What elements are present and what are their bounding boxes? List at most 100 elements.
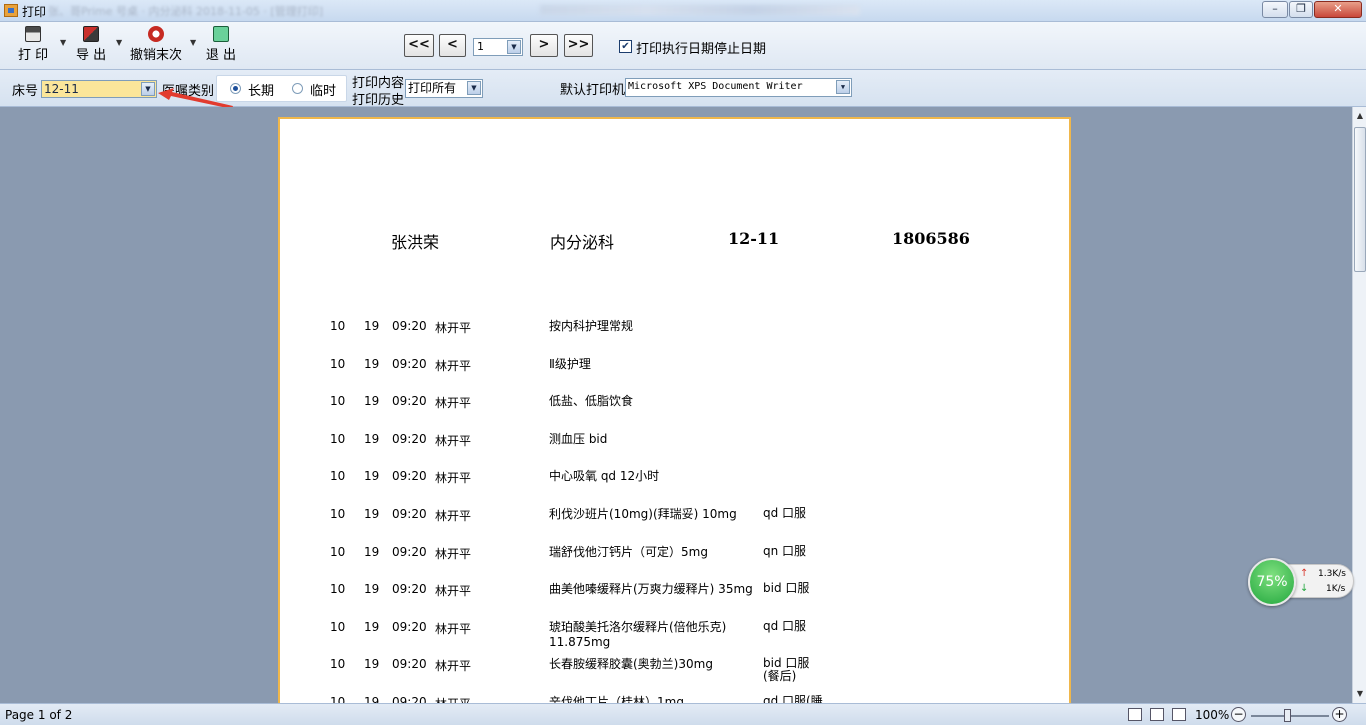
order-doctor: 林开平 [435,547,472,561]
one-page-view-icon[interactable] [1128,708,1142,721]
export-label: 导 出 [76,48,107,63]
order-type-label: 医嘱类别 [162,84,215,99]
order-usage: qd 口服 [763,506,807,520]
order-text: 测血压 bid [549,432,608,446]
exit-icon [213,26,229,42]
usage-percent-badge: 75% [1248,558,1296,606]
order-text: 辛伐他丁片（桂林）1mg [549,695,684,703]
order-doctor: 林开平 [435,434,472,448]
order-day: 19 [364,394,380,408]
undo-dropdown-icon[interactable]: ▼ [190,38,196,47]
scroll-up-icon[interactable]: ▲ [1353,109,1366,123]
department: 内分泌科 [550,233,615,252]
order-doctor: 林开平 [435,509,472,523]
order-text: 中心吸氧 qd 12小时 [549,469,660,483]
order-day: 19 [364,582,380,596]
page-number-combo[interactable]: 1 ▼ [473,38,523,56]
printer-value: Microsoft XPS Document Writer [628,81,803,92]
zoom-slider-thumb[interactable] [1284,709,1291,722]
scroll-thumb[interactable] [1354,127,1366,272]
order-month: 10 [330,357,346,371]
order-doctor: 林开平 [435,584,472,598]
order-text: Ⅱ级护理 [549,357,591,371]
print-exec-date-checkbox[interactable]: ✔ [619,40,632,53]
print-dropdown-icon[interactable]: ▼ [60,38,66,47]
order-time: 09:20 [392,394,427,408]
default-printer-label: 默认打印机 [560,83,626,98]
close-button[interactable]: ✕ [1314,1,1362,18]
radio-long-term-label: 长期 [248,84,275,99]
download-speed: 1K/s [1326,584,1346,594]
app-icon [4,4,18,17]
radio-temporary[interactable] [292,83,303,94]
order-day: 19 [364,432,380,446]
order-time: 09:20 [392,432,427,446]
order-day: 19 [364,657,380,671]
order-usage: qd 口服(睡 [763,694,823,704]
export-button[interactable]: 导 出 [76,26,106,63]
upload-speed: 1.3K/s [1318,569,1346,579]
next-page-button[interactable]: > [530,34,558,57]
two-page-view-icon[interactable] [1150,708,1164,721]
network-monitor-widget[interactable]: ↑ 1.3K/s ↓ 1K/s 75% [1248,558,1356,606]
prev-page-button[interactable]: < [439,34,466,57]
chevron-down-icon[interactable]: ▼ [836,80,850,94]
order-text: 曲美他嗪缓释片(万爽力缓释片) 35mg [549,582,753,596]
printer-icon [25,26,41,42]
upload-arrow-icon: ↑ [1300,568,1309,579]
order-time: 09:20 [392,620,427,634]
filter-bar: 床号 12-11 ▼ 医嘱类别 长期 临时 打印内容 打印历史 打印所有 ▼ 默… [0,70,1366,108]
zoom-in-icon[interactable]: + [1332,707,1347,722]
order-usage: bid 口服(餐后) [763,656,810,683]
print-button[interactable]: 打 印 [18,26,48,63]
order-day: 19 [364,695,380,703]
zoom-out-icon[interactable]: − [1231,707,1246,722]
order-day: 19 [364,507,380,521]
last-page-button[interactable]: >> [564,34,593,57]
minimize-button[interactable]: – [1262,1,1288,18]
order-doctor: 林开平 [435,321,472,335]
order-time: 09:20 [392,657,427,671]
undo-last-button[interactable]: 撤销末次 [130,26,182,63]
order-month: 10 [330,432,346,446]
order-day: 19 [364,469,380,483]
exit-label: 退 出 [205,48,237,63]
order-usage: qn 口服 [763,544,807,558]
preview-area[interactable]: 张洪荣 内分泌科 12-11 1806586 10 19 09:20 林开平 按内科护理… [0,107,1352,703]
order-text: 琥珀酸美托洛尔缓释片(倍他乐克) 11.875mg [549,620,727,649]
page-number-value: 1 [477,40,484,53]
order-text: 长春胺缓释胶囊(奥勃兰)30mg [549,657,713,671]
bed-number-combo[interactable]: 12-11 ▼ [41,80,157,98]
first-page-button[interactable]: << [404,34,434,57]
order-doctor: 林开平 [435,622,472,636]
print-content-combo[interactable]: 打印所有 ▼ [405,79,483,98]
order-text: 按内科护理常规 [549,319,634,333]
window-subtitle-blurred: 张、哥Prime 号桌 · 内分泌科 2018-11-05 · [管理打印] [48,5,323,18]
scroll-down-icon[interactable]: ▼ [1353,687,1366,701]
order-month: 10 [330,582,346,596]
maximize-button[interactable]: ❐ [1289,1,1313,18]
order-month: 10 [330,469,346,483]
exit-button[interactable]: 退 出 [205,26,237,63]
zoom-level: 100% [1195,708,1230,722]
order-month: 10 [330,545,346,559]
undo-label: 撤销末次 [130,48,183,63]
multi-page-view-icon[interactable] [1172,708,1186,721]
download-arrow-icon: ↓ [1300,583,1309,594]
print-label: 打 印 [18,48,49,63]
export-icon [83,26,99,42]
order-time: 09:20 [392,507,427,521]
undo-icon [148,26,164,42]
chevron-down-icon[interactable]: ▼ [467,81,481,95]
vertical-scrollbar[interactable]: ▲ ▼ [1352,107,1366,703]
chevron-down-icon[interactable]: ▼ [141,82,155,96]
chevron-down-icon[interactable]: ▼ [507,40,521,54]
printer-combo[interactable]: Microsoft XPS Document Writer ▼ [625,78,852,97]
order-month: 10 [330,657,346,671]
print-content-value: 打印所有 [408,81,457,95]
order-day: 19 [364,620,380,634]
order-time: 09:20 [392,319,427,333]
radio-long-term[interactable] [230,83,241,94]
order-month: 10 [330,394,346,408]
export-dropdown-icon[interactable]: ▼ [116,38,122,47]
